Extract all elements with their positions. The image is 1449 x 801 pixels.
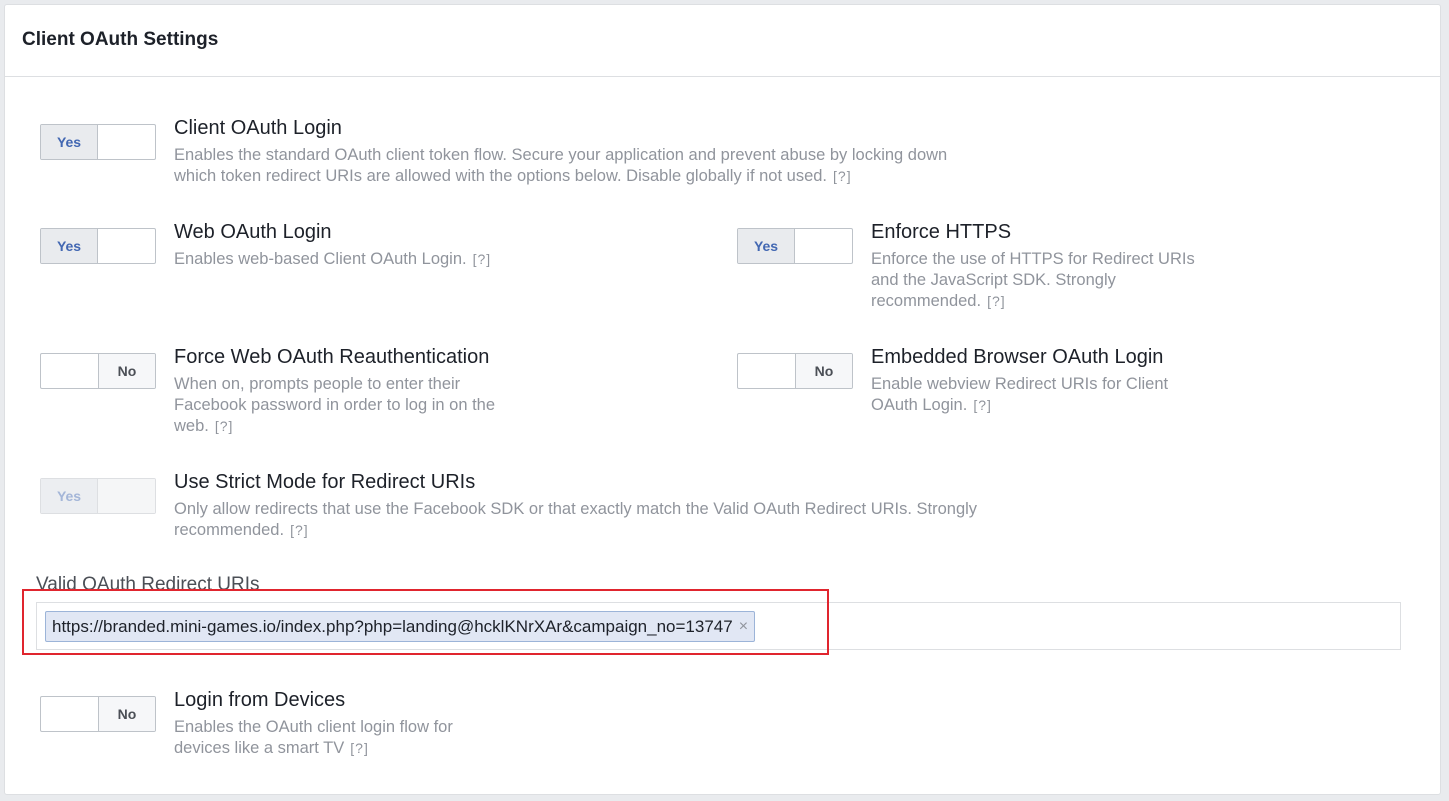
toggle-no-label: No bbox=[97, 697, 155, 731]
toggle-yes-label: Yes bbox=[738, 229, 796, 263]
toggle-blank bbox=[41, 354, 98, 388]
toggle-blank bbox=[738, 354, 795, 388]
force-reauth-desc: When on, prompts people to enter their F… bbox=[174, 375, 496, 435]
toggle-yes-label: Yes bbox=[41, 125, 99, 159]
panel-title: Client OAuth Settings bbox=[22, 29, 219, 50]
enforce-https-toggle[interactable]: Yes bbox=[737, 228, 853, 264]
client-oauth-login-desc: Enables the standard OAuth client token … bbox=[174, 146, 948, 185]
web-oauth-login-desc: Enables web-based Client OAuth Login. [?] bbox=[174, 250, 492, 268]
help-link[interactable]: [?] bbox=[473, 251, 492, 267]
toggle-blank bbox=[795, 229, 852, 263]
embedded-browser-desc: Enable webview Redirect URIs for Client … bbox=[871, 375, 1169, 414]
toggle-no-label: No bbox=[97, 354, 155, 388]
toggle-yes-label: Yes bbox=[41, 229, 99, 263]
enforce-https-title: Enforce HTTPS bbox=[871, 221, 1012, 243]
login-from-devices-title: Login from Devices bbox=[174, 689, 346, 711]
client-oauth-login-title: Client OAuth Login bbox=[174, 117, 342, 139]
toggle-blank bbox=[98, 125, 155, 159]
login-from-devices-toggle[interactable]: No bbox=[40, 696, 156, 732]
login-from-devices-desc: Enables the OAuth client login flow for … bbox=[174, 718, 453, 757]
help-link[interactable]: [?] bbox=[973, 397, 992, 413]
strict-mode-toggle: Yes bbox=[40, 478, 156, 514]
help-link[interactable]: [?] bbox=[215, 418, 234, 434]
strict-mode-desc: Only allow redirects that use the Facebo… bbox=[174, 500, 978, 539]
embedded-browser-title: Embedded Browser OAuth Login bbox=[871, 346, 1164, 368]
force-reauth-title: Force Web OAuth Reauthentication bbox=[174, 346, 490, 368]
force-reauth-toggle[interactable]: No bbox=[40, 353, 156, 389]
toggle-blank bbox=[98, 229, 155, 263]
strict-mode-title: Use Strict Mode for Redirect URIs bbox=[174, 471, 476, 493]
highlight-annotation-box bbox=[22, 589, 829, 655]
help-link[interactable]: [?] bbox=[987, 293, 1006, 309]
toggle-blank bbox=[98, 479, 155, 513]
web-oauth-login-title: Web OAuth Login bbox=[174, 221, 332, 243]
web-oauth-login-toggle[interactable]: Yes bbox=[40, 228, 156, 264]
panel-header: Client OAuth Settings bbox=[5, 5, 1440, 77]
toggle-yes-label: Yes bbox=[41, 479, 99, 513]
client-oauth-login-toggle[interactable]: Yes bbox=[40, 124, 156, 160]
embedded-browser-toggle[interactable]: No bbox=[737, 353, 853, 389]
toggle-no-label: No bbox=[794, 354, 852, 388]
help-link[interactable]: [?] bbox=[833, 168, 852, 184]
help-link[interactable]: [?] bbox=[290, 522, 309, 538]
help-link[interactable]: [?] bbox=[350, 740, 369, 756]
toggle-blank bbox=[41, 697, 98, 731]
enforce-https-desc: Enforce the use of HTTPS for Redirect UR… bbox=[871, 250, 1195, 310]
